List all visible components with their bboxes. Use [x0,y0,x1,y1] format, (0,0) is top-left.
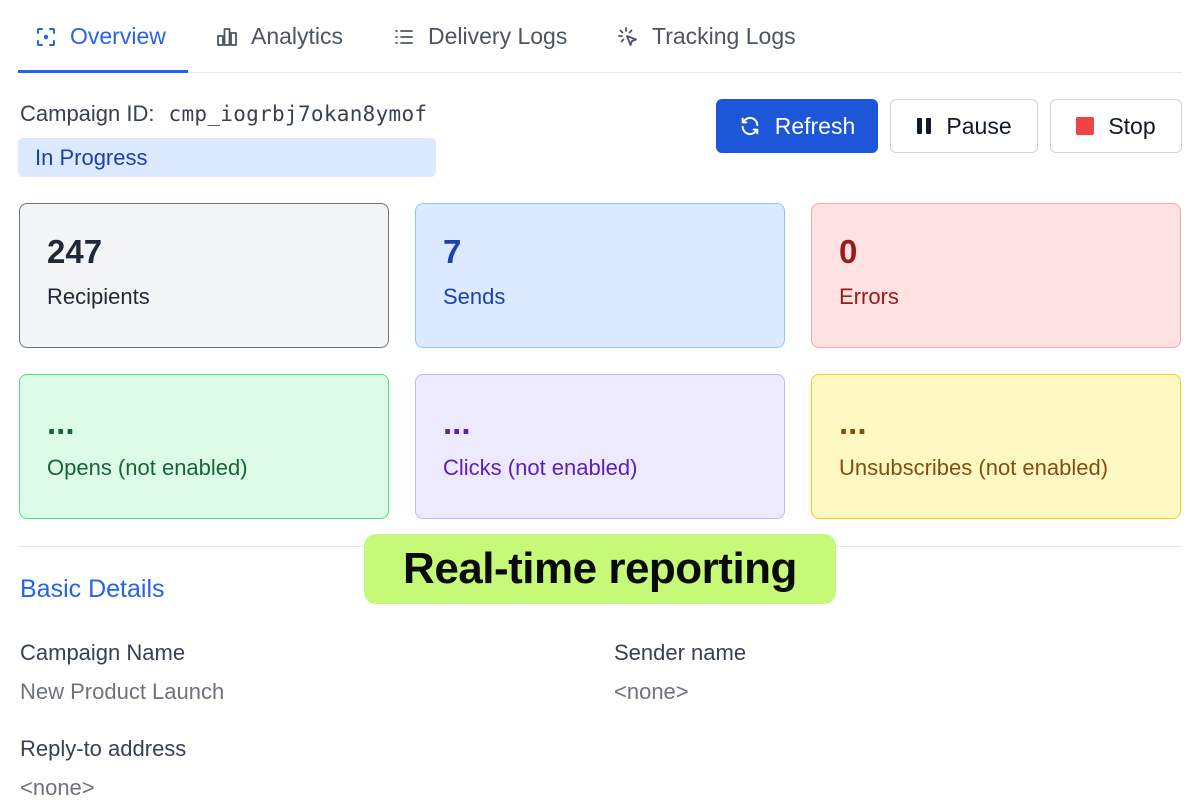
stop-label: Stop [1108,112,1156,139]
tab-overview[interactable]: Overview [34,0,166,73]
tab-delivery-logs[interactable]: Delivery Logs [392,0,567,73]
tab-tracking-logs-label: Tracking Logs [652,23,796,49]
stat-value: 7 [443,233,462,270]
stat-value: ... [47,404,75,441]
banner-text: Real-time reporting [403,544,797,593]
reply-to-label: Reply-to address [20,736,187,761]
stat-label: Recipients [47,284,150,309]
campaign-id-label: Campaign ID: [20,101,155,126]
sender-name-label: Sender name [614,640,747,665]
pause-icon [917,118,932,134]
campaign-id-value: cmp_iogrbj7okan8ymof [168,102,428,126]
stat-card-recipients: 247 Recipients [19,203,389,348]
pause-label: Pause [946,112,1012,139]
tab-delivery-logs-label: Delivery Logs [428,23,568,49]
stop-icon [1076,117,1095,135]
stat-label: Sends [443,284,506,309]
tab-overview-label: Overview [70,23,166,49]
stat-value: ... [839,404,867,441]
active-tab-indicator [18,70,188,73]
sender-name-value: <none> [614,679,689,704]
click-cursor-icon [618,26,637,46]
stat-value: 0 [839,233,858,270]
stat-value: ... [443,404,471,441]
stat-card-unsubscribes: ... Unsubscribes (not enabled) [811,374,1181,519]
refresh-label: Refresh [774,112,856,139]
campaign-name-value: New Product Launch [20,679,225,704]
stat-card-sends: 7 Sends [415,203,785,348]
bar-chart-icon [217,27,237,46]
campaign-id-row: Campaign ID: cmp_iogrbj7okan8ymof [20,101,427,127]
refresh-icon [741,116,759,136]
stat-label: Clicks (not enabled) [443,455,638,480]
tab-tracking-logs[interactable]: Tracking Logs [616,0,796,73]
overview-icon [37,27,55,46]
stat-card-errors: 0 Errors [811,203,1181,348]
refresh-button[interactable]: Refresh [716,99,878,153]
tab-analytics[interactable]: Analytics [215,0,343,73]
tab-analytics-label: Analytics [251,23,344,49]
stop-button[interactable]: Stop [1050,99,1182,153]
stat-card-clicks: ... Clicks (not enabled) [415,374,785,519]
status-badge: In Progress [18,138,436,177]
stat-card-opens: ... Opens (not enabled) [19,374,389,519]
list-icon [395,29,413,44]
stat-label: Unsubscribes (not enabled) [839,455,1109,480]
campaign-name-label: Campaign Name [20,640,186,665]
pause-button[interactable]: Pause [890,99,1038,153]
status-text: In Progress [35,144,148,170]
stat-label: Errors [839,284,899,309]
reply-to-value: <none> [20,775,95,800]
tab-bar: Overview Analytics Delivery Logs Trackin… [18,0,1182,73]
basic-details-title: Basic Details [20,575,165,603]
realtime-reporting-banner: Real-time reporting [364,534,836,604]
stat-value: 247 [47,233,103,270]
stat-label: Opens (not enabled) [47,455,248,480]
